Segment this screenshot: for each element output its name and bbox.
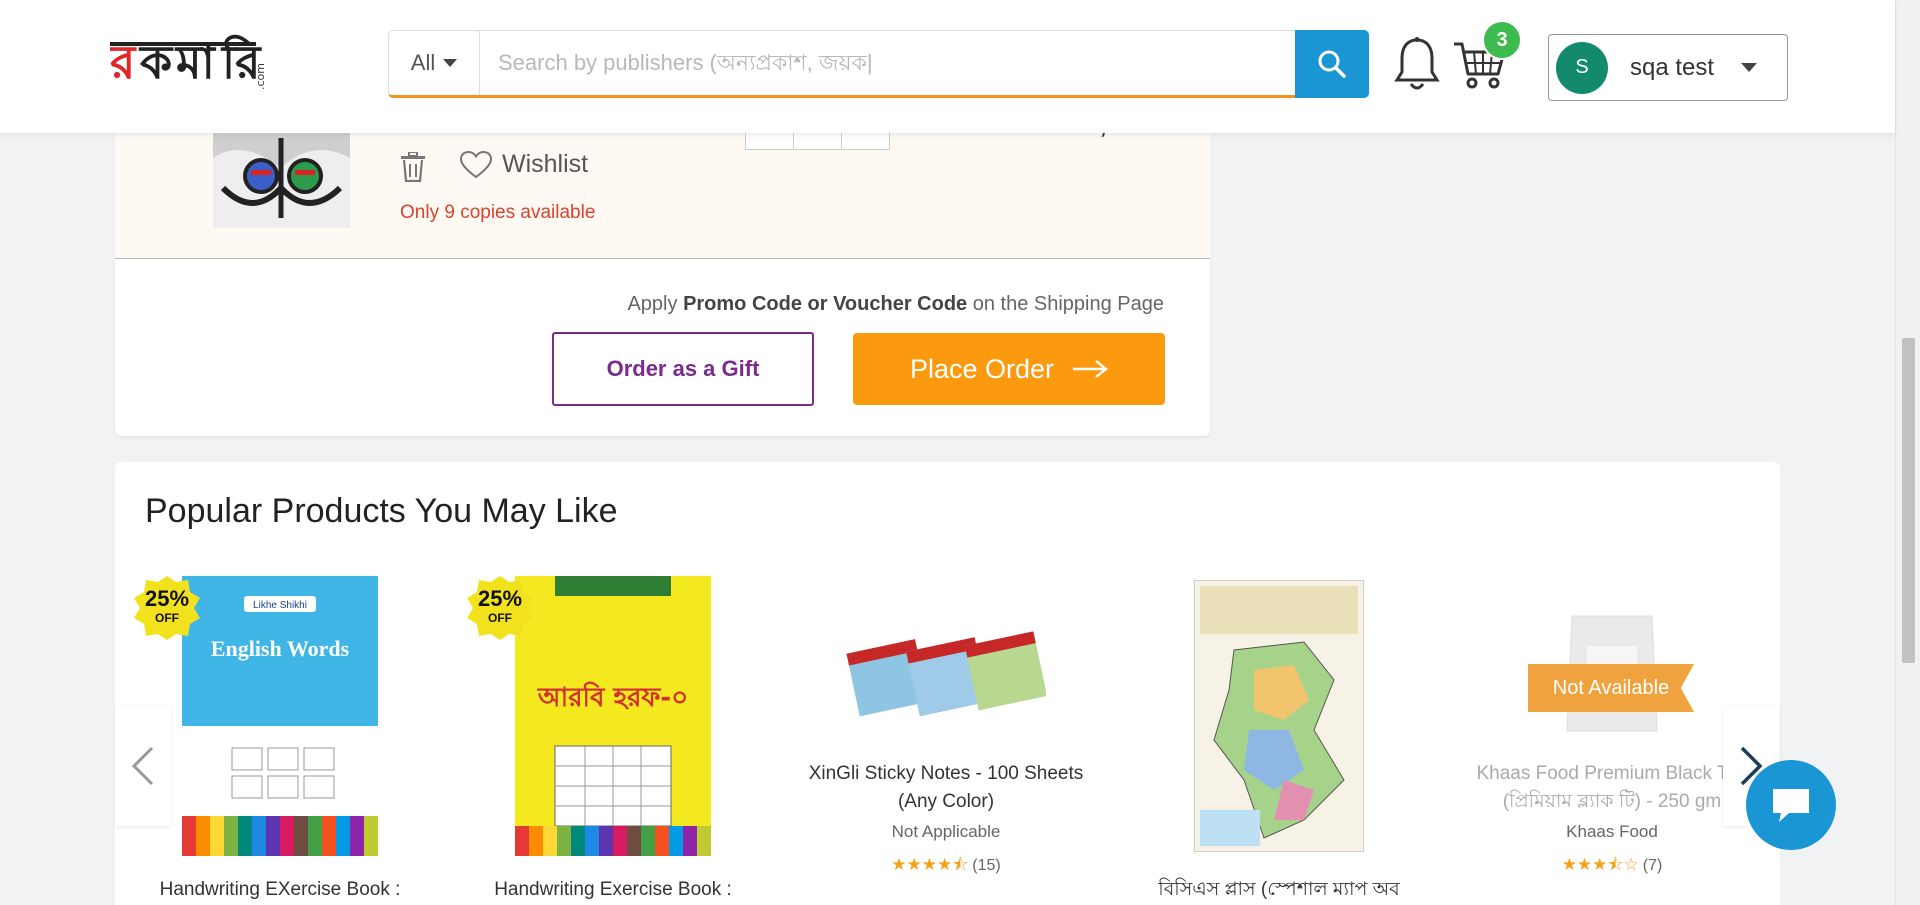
product-brand: Khaas Food xyxy=(1566,822,1658,841)
cover-series: Likhe Shikhi xyxy=(253,600,307,611)
order-as-gift-button[interactable]: Order as a Gift xyxy=(552,332,814,406)
rating-count: (15) xyxy=(972,857,1001,874)
carousel-prev-button[interactable] xyxy=(115,706,171,826)
user-name: sqa test xyxy=(1630,53,1715,81)
search-button[interactable] xyxy=(1295,30,1369,98)
product-image[interactable]: আরবি হরফ-০ xyxy=(515,576,711,856)
chat-icon xyxy=(1773,789,1809,822)
wishlist-button[interactable]: Wishlist xyxy=(460,150,588,179)
chevron-left-icon xyxy=(131,746,154,786)
cover-title: English Words xyxy=(211,636,350,661)
avatar: S xyxy=(1556,41,1608,94)
product-image[interactable] xyxy=(1194,580,1364,852)
promo-highlight: Promo Code or Voucher Code xyxy=(683,293,968,315)
product-title[interactable]: XinGli Sticky Notes - 100 Sheets (Any Co… xyxy=(796,760,1096,816)
cover-title: আরবি হরফ-০ xyxy=(537,681,688,713)
discount-off: OFF xyxy=(155,611,179,625)
product-rating: ★★★★⯪ (15) xyxy=(796,852,1096,881)
trash-icon[interactable] xyxy=(400,152,426,182)
product-image[interactable] xyxy=(846,616,1046,726)
search-category-dropdown[interactable]: All xyxy=(389,31,480,95)
user-menu[interactable]: S sqa test xyxy=(1548,34,1788,101)
page-scrollbar[interactable] xyxy=(1895,0,1920,905)
discount-off: OFF xyxy=(488,611,512,625)
popular-products-section: Popular Products You May Like 25% OFF Li… xyxy=(115,462,1780,905)
place-order-button[interactable]: Place Order xyxy=(853,333,1165,405)
wishlist-label: Wishlist xyxy=(502,150,589,178)
promo-note: Apply Promo Code or Voucher Code on the … xyxy=(627,293,1164,316)
order-actions-panel: Apply Promo Code or Voucher Code on the … xyxy=(115,259,1210,436)
discount-badge: 25% OFF xyxy=(465,576,535,640)
search-input[interactable] xyxy=(480,31,1295,95)
discount-badge: 25% OFF xyxy=(132,576,202,640)
product-card[interactable]: বিসিএস প্লাস (স্পেশাল ম্যাপ অব xyxy=(1129,576,1429,905)
search-icon xyxy=(1318,50,1346,78)
chat-support-button[interactable] xyxy=(1746,760,1836,850)
product-title[interactable]: Handwriting Exercise Book : xyxy=(463,876,763,904)
stock-availability-note: Only 9 copies available xyxy=(400,202,596,223)
search-category-label: All xyxy=(410,50,436,75)
product-card[interactable]: Not Available Khaas Food Premium Black T… xyxy=(1462,576,1762,905)
rokomari-logo[interactable]: র ক মা রি .com xyxy=(110,30,275,95)
discount-value: 25% xyxy=(478,586,522,611)
scrollbar-thumb[interactable] xyxy=(1902,338,1915,663)
discount-value: 25% xyxy=(145,586,189,611)
section-title: Popular Products You May Like xyxy=(145,492,618,530)
product-cover-image[interactable] xyxy=(213,128,350,228)
not-available-ribbon: Not Available xyxy=(1528,664,1694,712)
product-title[interactable]: বিসিএস প্লাস (স্পেশাল ম্যাপ অব xyxy=(1129,876,1429,904)
product-brand: Not Applicable xyxy=(891,822,1001,841)
place-order-label: Place Order xyxy=(909,353,1055,384)
product-card[interactable]: 25% OFF Likhe Shikhi English Words Handw… xyxy=(130,576,430,905)
cart-count-badge: 3 xyxy=(1482,20,1522,60)
product-image[interactable]: Likhe Shikhi English Words xyxy=(182,576,378,856)
product-title[interactable]: Handwriting EXercise Book : xyxy=(130,876,430,904)
product-card[interactable]: 25% OFF আরবি হরফ-০ Handwriting Exercise … xyxy=(463,576,763,905)
chevron-down-icon xyxy=(1741,63,1757,72)
product-title[interactable]: Khaas Food Premium Black Tea (প্রিমিয়াম… xyxy=(1462,760,1762,816)
rating-stars: ★★★★⯪ xyxy=(891,855,969,874)
chevron-down-icon xyxy=(443,59,458,67)
svg-text:.com: .com xyxy=(254,63,267,90)
search-bar: All xyxy=(388,30,1369,98)
product-rating: ★★★⯪☆ (7) xyxy=(1462,852,1762,881)
rating-stars: ★★★⯪☆ xyxy=(1561,855,1639,874)
arrow-right-icon xyxy=(1073,360,1108,378)
site-header: র ক মা রি .com All 3 S xyxy=(0,0,1895,133)
product-card[interactable]: XinGli Sticky Notes - 100 Sheets (Any Co… xyxy=(796,576,1096,905)
promo-prefix: Apply xyxy=(627,293,684,315)
rating-count: (7) xyxy=(1642,857,1663,874)
heart-icon xyxy=(460,150,492,178)
promo-suffix: on the Shipping Page xyxy=(967,293,1164,315)
notification-bell-icon[interactable] xyxy=(1393,36,1441,94)
